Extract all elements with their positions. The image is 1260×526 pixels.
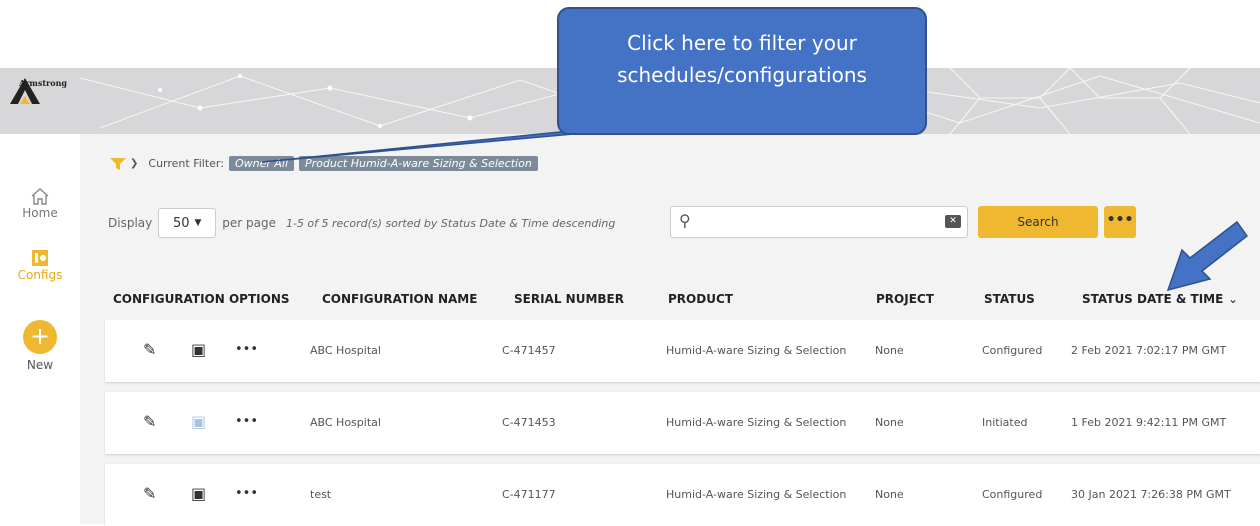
sort-chevron-icon[interactable]: ⌄ [1228,292,1238,306]
main-content: ❯ Current Filter: Owner All Product Humi… [80,134,1260,526]
per-page-label: per page [222,216,276,230]
search-icon: ⚲ [679,211,691,230]
column-header-status-date[interactable]: STATUS DATE & TIME [1082,292,1223,306]
table-row[interactable]: ✎ ▣ ••• ABC Hospital C-471453 Humid-A-wa… [105,392,1260,454]
cell-product: Humid-A-ware Sizing & Selection [666,488,847,501]
more-options-button[interactable]: ••• [1104,206,1136,238]
cell-status: Initiated [982,416,1028,429]
view-document-icon[interactable]: ▣ [191,484,206,503]
cell-name[interactable]: test [310,488,331,501]
column-header-options: CONFIGURATION OPTIONS [113,292,290,306]
filter-bar: ❯ Current Filter: Owner All Product Humi… [110,156,538,171]
table-row[interactable]: ✎ ▣ ••• ABC Hospital C-471457 Humid-A-wa… [105,320,1260,382]
filter-funnel-icon[interactable] [110,157,126,171]
cell-name[interactable]: ABC Hospital [310,344,381,357]
callout-line-1: Click here to filter your [627,31,857,55]
chevron-down-icon: ▼ [194,218,202,228]
view-document-icon[interactable]: ▣ [191,412,206,431]
filter-chip-owner[interactable]: Owner All [228,156,295,171]
cell-project: None [875,416,904,429]
column-header-product[interactable]: PRODUCT [668,292,733,306]
armstrong-logo[interactable]: Armstrong [8,76,78,122]
cell-serial: C-471453 [502,416,556,429]
sidebar: Home Configs + New [0,134,80,524]
sidebar-item-home[interactable]: Home [0,186,80,220]
logo-mark-icon [10,78,40,104]
filter-chip-product[interactable]: Product Humid-A-ware Sizing & Selection [299,156,538,171]
cell-serial: C-471457 [502,344,556,357]
pagination-controls: Display 50 ▼ per page 1-5 of 5 record(s)… [108,208,615,238]
view-document-icon[interactable]: ▣ [191,340,206,359]
search-button[interactable]: Search [978,206,1098,238]
clear-search-icon[interactable]: ✕ [945,215,961,228]
cell-status-date: 1 Feb 2021 9:42:11 PM GMT [1071,416,1227,429]
column-header-status[interactable]: STATUS [984,292,1035,306]
cell-product: Humid-A-ware Sizing & Selection [666,416,847,429]
cell-project: None [875,344,904,357]
chevron-down-icon[interactable]: ❯ [130,158,138,169]
more-dots-icon[interactable]: ••• [235,342,258,357]
cell-project: None [875,488,904,501]
table-row[interactable]: ✎ ▣ ••• test C-471177 Humid-A-ware Sizin… [105,464,1260,526]
callout-box: Click here to filter your schedules/conf… [557,7,927,135]
cell-status: Configured [982,344,1043,357]
cell-serial: C-471177 [502,488,556,501]
search-input[interactable]: ⚲ ✕ [670,206,968,238]
cell-status: Configured [982,488,1043,501]
sidebar-item-label: Home [22,206,58,220]
cell-status-date: 2 Feb 2021 7:02:17 PM GMT [1071,344,1227,357]
cell-product: Humid-A-ware Sizing & Selection [666,344,847,357]
column-header-project[interactable]: PROJECT [876,292,934,306]
plus-icon: + [23,320,57,354]
records-summary: 1-5 of 5 record(s) sorted by Status Date… [285,216,616,230]
cell-status-date: 30 Jan 2021 7:26:38 PM GMT [1071,488,1231,501]
display-label: Display [108,216,153,230]
more-dots-icon[interactable]: ••• [235,486,258,501]
edit-pencil-icon[interactable]: ✎ [143,412,156,431]
edit-pencil-icon[interactable]: ✎ [143,340,156,359]
callout-line-2: schedules/configurations [617,63,867,87]
more-dots-icon[interactable]: ••• [235,414,258,429]
cell-name[interactable]: ABC Hospital [310,416,381,429]
current-filter-label: Current Filter: [148,157,224,170]
sidebar-item-label: Configs [17,268,63,282]
column-header-name[interactable]: CONFIGURATION NAME [322,292,477,306]
edit-pencil-icon[interactable]: ✎ [143,484,156,503]
sidebar-item-new[interactable]: + New [0,320,80,372]
configs-icon [32,250,48,266]
home-icon [31,188,49,205]
sidebar-item-configs[interactable]: Configs [0,248,80,282]
column-header-serial[interactable]: SERIAL NUMBER [514,292,624,306]
per-page-value: 50 [173,215,190,231]
per-page-select[interactable]: 50 ▼ [158,208,217,238]
sidebar-item-label: New [26,358,54,372]
